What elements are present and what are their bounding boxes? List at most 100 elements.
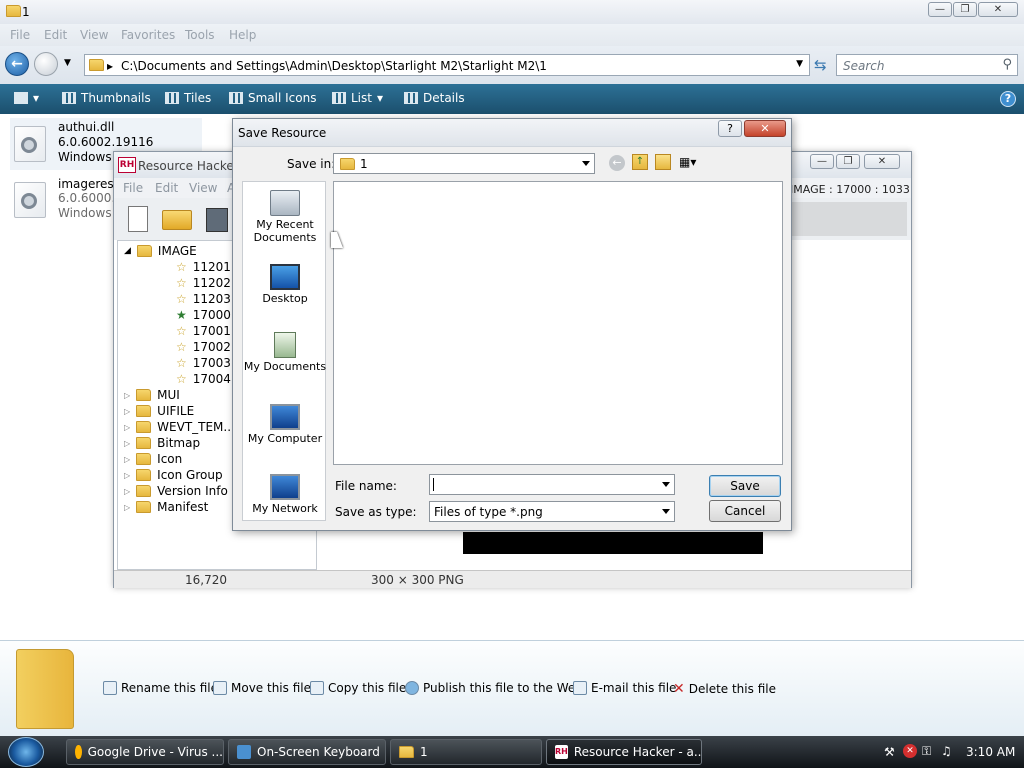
volume-tray-icon[interactable]: ♫ xyxy=(941,744,952,758)
network-tray-icon[interactable]: ⚿ xyxy=(922,744,931,759)
task-on-screen-keyboard[interactable]: On-Screen Keyboard xyxy=(228,739,386,765)
menu-view[interactable]: View xyxy=(80,28,108,42)
place-recent-documents[interactable]: My Recent Documents xyxy=(243,190,327,244)
publish-file-action[interactable]: Publish this file to the Web xyxy=(405,681,583,695)
star-icon: ☆ xyxy=(176,340,187,354)
recent-pages-chevron-icon[interactable]: ▼ xyxy=(64,58,71,68)
tree-node[interactable]: ▷ Icon xyxy=(124,451,182,467)
star-icon: ☆ xyxy=(176,356,187,370)
menu-file[interactable]: File xyxy=(10,28,30,42)
rename-file-action[interactable]: Rename this file xyxy=(103,681,218,695)
layout-icon xyxy=(14,92,28,104)
save-button[interactable]: Save xyxy=(709,475,781,497)
security-alert-icon[interactable]: ✕ xyxy=(903,744,917,758)
email-file-action[interactable]: E-mail this file xyxy=(573,681,676,695)
rh-menu-edit[interactable]: Edit xyxy=(155,181,178,195)
tree-node[interactable]: ▷ Manifest xyxy=(124,499,208,515)
file-name-input[interactable] xyxy=(429,474,675,495)
delete-file-action[interactable]: ✕ Delete this file xyxy=(673,681,776,697)
refresh-icon[interactable]: ⇆ xyxy=(814,56,827,74)
menu-edit[interactable]: Edit xyxy=(44,28,67,42)
tree-node[interactable]: ▷ MUI xyxy=(124,387,180,403)
search-input[interactable]: Search ⚲ xyxy=(836,54,1018,76)
thumbnails-button[interactable]: Thumbnails xyxy=(62,91,151,105)
rh-close-button[interactable]: ✕ xyxy=(864,154,900,169)
tree-item[interactable]: ☆ 17004 xyxy=(176,371,231,387)
tree-node[interactable]: ▷ Bitmap xyxy=(124,435,200,451)
large-folder-icon xyxy=(16,649,74,729)
expand-icon: ◢ xyxy=(124,246,131,256)
tree-item[interactable]: ☆ 11201 xyxy=(176,259,231,275)
address-bar[interactable]: ▸ C:\Documents and Settings\Admin\Deskto… xyxy=(84,54,810,76)
dropdown-arrow-icon xyxy=(662,509,670,514)
forward-arrow-icon[interactable] xyxy=(34,52,58,76)
tree-node[interactable]: ▷ Version Info xyxy=(124,483,228,499)
rh-minimize-button[interactable]: — xyxy=(810,154,834,169)
address-dropdown-icon[interactable]: ▼ xyxy=(796,59,803,69)
tree-node[interactable]: ▷ Icon Group xyxy=(124,467,223,483)
clock[interactable]: 3:10 AM xyxy=(966,745,1015,759)
place-my-network[interactable]: My Network xyxy=(243,474,327,515)
place-my-documents[interactable]: My Documents xyxy=(243,332,327,373)
menu-help[interactable]: Help xyxy=(229,28,256,42)
tree-label: 11203 xyxy=(192,292,231,306)
place-my-computer[interactable]: My Computer xyxy=(243,404,327,445)
small-icons-icon xyxy=(229,92,243,104)
place-label: My Computer xyxy=(247,432,323,445)
layout-menu-button[interactable]: ▾ xyxy=(14,91,39,105)
close-button[interactable]: ✕ xyxy=(978,2,1018,17)
dialog-help-button[interactable]: ? xyxy=(718,120,742,137)
new-file-icon[interactable] xyxy=(128,206,148,232)
file-version: 6.0.6002.19116 xyxy=(58,135,154,149)
place-desktop[interactable]: Desktop xyxy=(243,264,327,305)
tree-item[interactable]: ☆ 11203 xyxy=(176,291,231,307)
save-in-dropdown[interactable]: 1 xyxy=(333,153,595,174)
file-name: authui.dll xyxy=(58,120,115,134)
open-folder-icon[interactable] xyxy=(162,210,192,230)
dialog-close-button[interactable]: ✕ xyxy=(744,120,786,137)
view-menu-icon[interactable]: ▦▾ xyxy=(679,155,696,169)
tree-item-selected[interactable]: ★ 17000 xyxy=(176,307,231,323)
tree-item[interactable]: ☆ 17001 xyxy=(176,323,231,339)
tree-node-image[interactable]: ◢ IMAGE xyxy=(124,243,197,259)
menu-tools[interactable]: Tools xyxy=(185,28,215,42)
list-label: List xyxy=(351,91,372,105)
tree-node[interactable]: ▷ UIFILE xyxy=(124,403,194,419)
copy-icon xyxy=(310,681,324,695)
cancel-button[interactable]: Cancel xyxy=(709,500,781,522)
save-as-type-dropdown[interactable]: Files of type *.png xyxy=(429,501,675,522)
list-button[interactable]: List ▾ xyxy=(332,91,383,105)
search-icon[interactable]: ⚲ xyxy=(1002,57,1012,72)
menu-favorites[interactable]: Favorites xyxy=(121,28,175,42)
up-folder-icon[interactable]: ↑ xyxy=(632,154,648,170)
start-button[interactable] xyxy=(8,737,44,767)
tools-tray-icon[interactable]: ⚒ xyxy=(884,745,895,759)
rename-icon xyxy=(103,681,117,695)
save-disk-icon[interactable] xyxy=(206,208,228,232)
collapsed-icon: ▷ xyxy=(124,502,131,512)
rh-menu-file[interactable]: File xyxy=(123,181,143,195)
tree-item[interactable]: ☆ 11202 xyxy=(176,275,231,291)
details-button[interactable]: Details xyxy=(404,91,465,105)
tree-item[interactable]: ☆ 17003 xyxy=(176,355,231,371)
rh-maximize-button[interactable]: ❐ xyxy=(836,154,860,169)
rh-menu-view[interactable]: View xyxy=(189,181,217,195)
back-icon[interactable]: ← xyxy=(609,155,625,171)
minimize-button[interactable]: — xyxy=(928,2,952,17)
folder-icon xyxy=(340,158,355,170)
help-icon[interactable]: ? xyxy=(1000,91,1016,107)
tree-item[interactable]: ☆ 17002 xyxy=(176,339,231,355)
task-explorer-folder[interactable]: 1 xyxy=(390,739,542,765)
maximize-button[interactable]: ❐ xyxy=(953,2,977,17)
tiles-button[interactable]: Tiles xyxy=(165,91,211,105)
tree-node[interactable]: ▷ WEVT_TEM... xyxy=(124,419,235,435)
list-icon xyxy=(332,92,346,104)
move-file-action[interactable]: Move this file xyxy=(213,681,311,695)
new-folder-icon[interactable] xyxy=(655,154,671,170)
small-icons-button[interactable]: Small Icons xyxy=(229,91,316,105)
copy-file-action[interactable]: Copy this file xyxy=(310,681,406,695)
task-google-drive[interactable]: Google Drive - Virus ... xyxy=(66,739,224,765)
file-list-view[interactable] xyxy=(333,181,783,465)
task-resource-hacker[interactable]: RH Resource Hacker - a... xyxy=(546,739,702,765)
back-arrow-icon[interactable]: ← xyxy=(5,52,29,76)
